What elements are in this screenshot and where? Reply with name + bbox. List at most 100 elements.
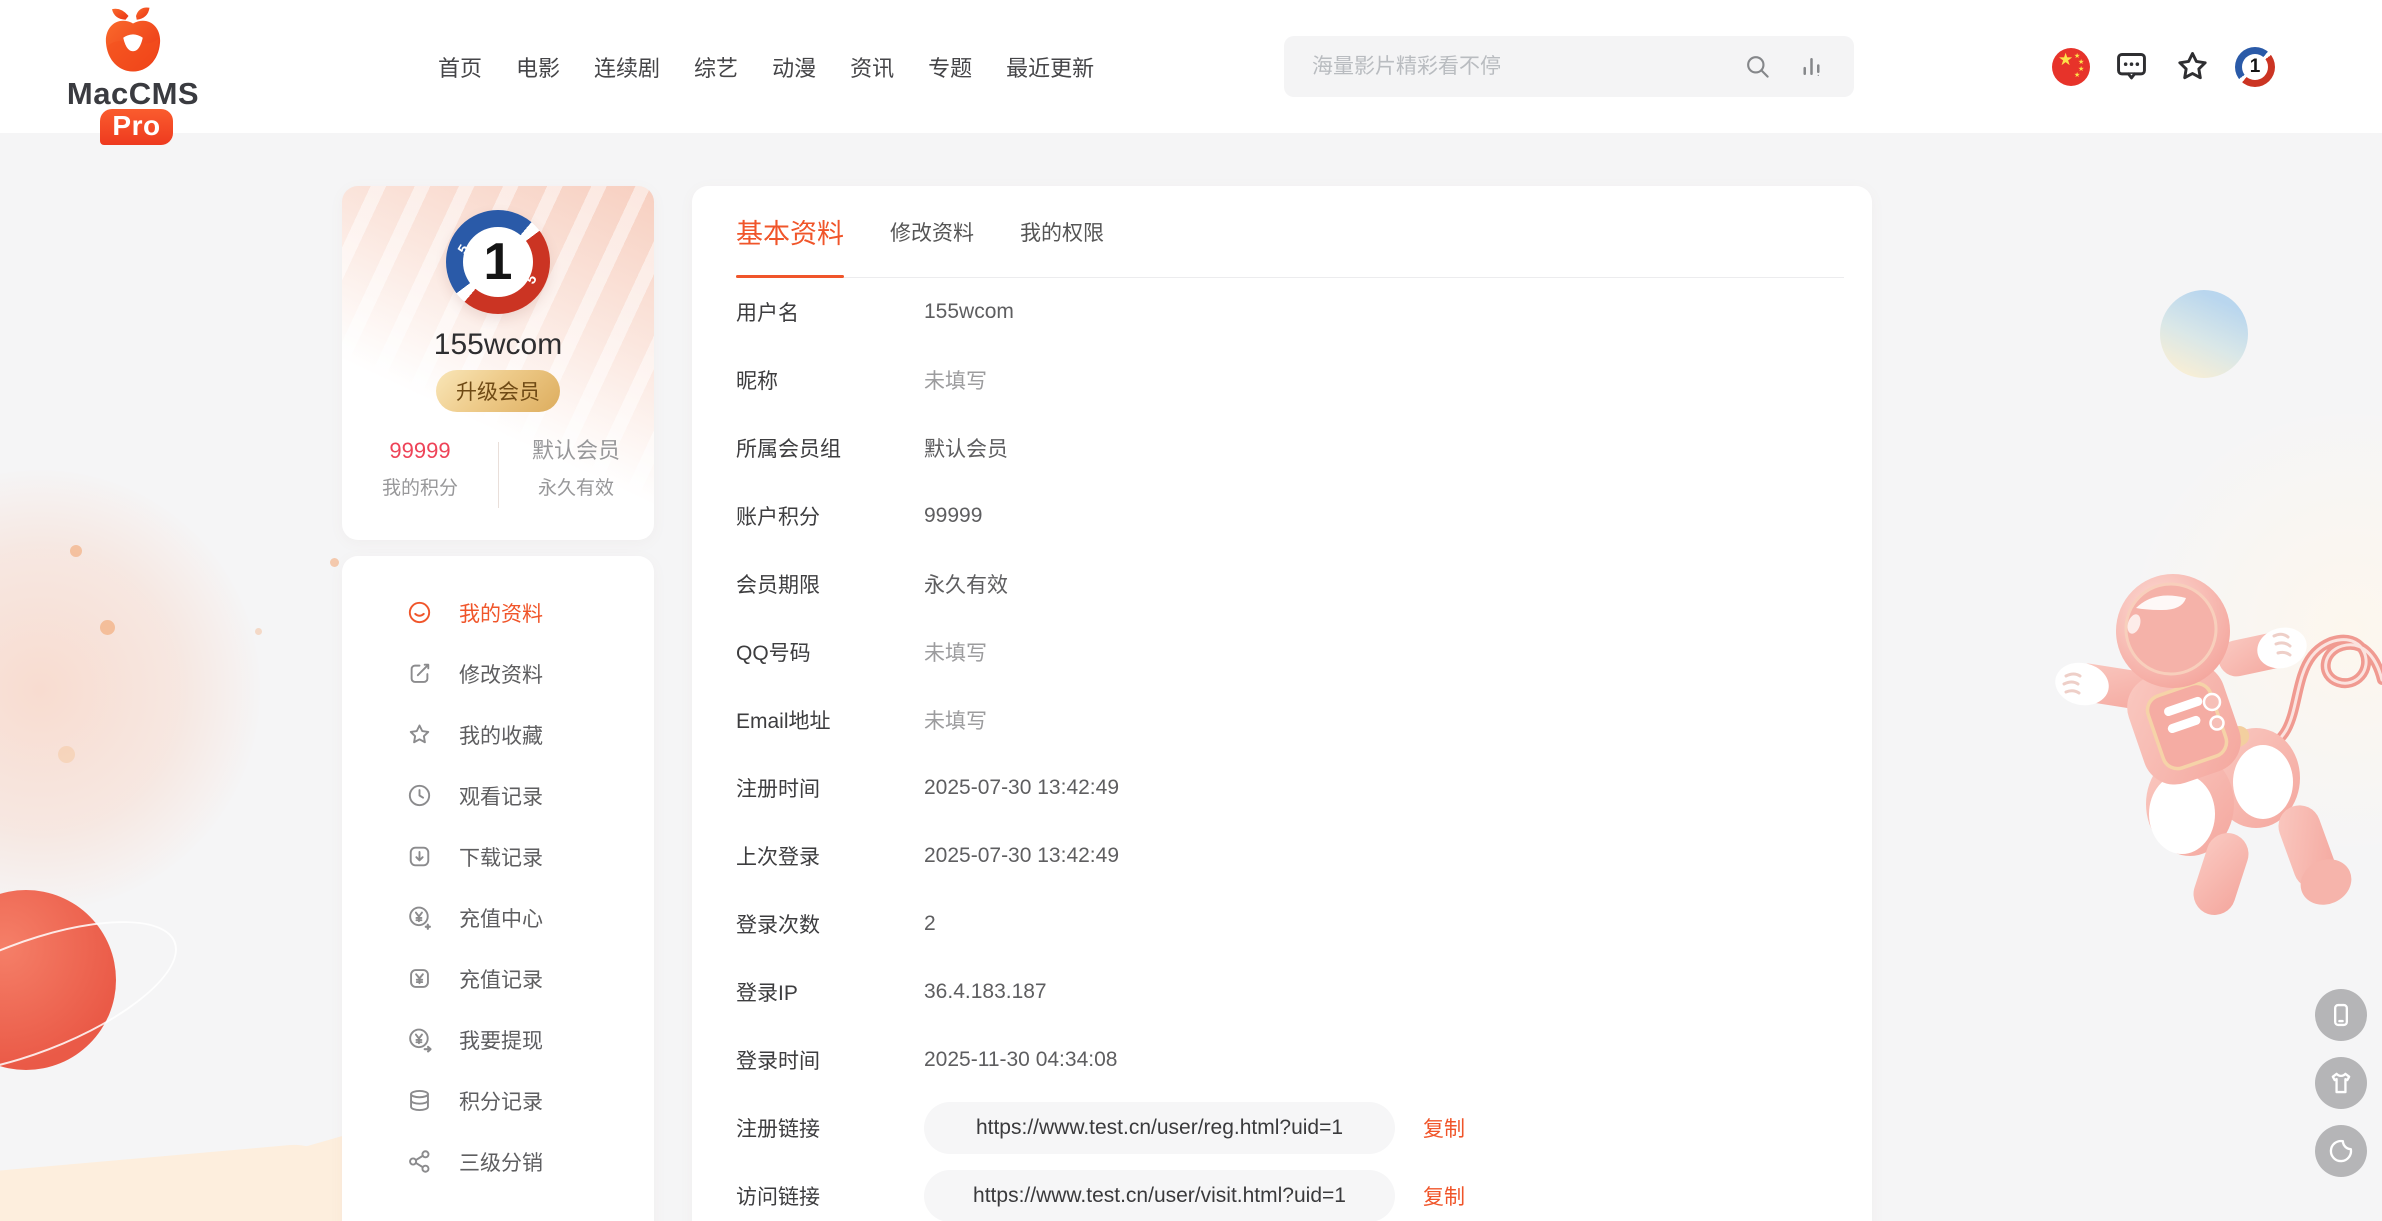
sidebar-menu-item[interactable]: 我的收藏 (342, 704, 654, 765)
edit-icon (406, 660, 433, 687)
sidebar-menu-item[interactable]: 下载记录 (342, 826, 654, 887)
trending-chart-icon[interactable] (1799, 54, 1824, 79)
search-bar (1284, 36, 1854, 97)
tab[interactable]: 基本资料 (736, 186, 844, 277)
logo[interactable]: MacCMSPro (30, 4, 236, 145)
nav-item[interactable]: 综艺 (694, 51, 738, 83)
form-value: 2 (924, 912, 936, 936)
form-row: 昵称 未填写 (736, 346, 1844, 414)
dot-decoration (255, 628, 262, 635)
link-row: https://www.test.cn/user/visit.html?uid=… (924, 1170, 1465, 1221)
copy-button[interactable]: 复制 (1423, 1181, 1465, 1211)
brand-text: MacCMSPro (30, 78, 236, 145)
link-row: https://www.test.cn/user/reg.html?uid=1 … (924, 1102, 1465, 1154)
stat-label: 永久有效 (498, 473, 654, 500)
form-label: 登录IP (736, 977, 924, 1007)
menu-item-label: 我的收藏 (459, 720, 543, 750)
form-label: 登录时间 (736, 1045, 924, 1075)
sidebar-menu-item[interactable]: 积分记录 (342, 1070, 654, 1131)
dark-mode-fab[interactable] (2315, 1125, 2367, 1177)
form-label: 访问链接 (736, 1181, 924, 1211)
nav-item[interactable]: 资讯 (850, 51, 894, 83)
link-field[interactable]: https://www.test.cn/user/visit.html?uid=… (924, 1170, 1395, 1221)
form-label: 所属会员组 (736, 433, 924, 463)
favorites-star-icon[interactable] (2173, 47, 2212, 86)
tab[interactable]: 我的权限 (1020, 186, 1104, 277)
menu-item-label: 我的资料 (459, 598, 543, 628)
sidebar-menu-item[interactable]: 我的资料 (342, 582, 654, 643)
copy-button[interactable]: 复制 (1423, 1113, 1465, 1143)
message-icon[interactable] (2113, 48, 2150, 85)
coin-icon (406, 965, 433, 992)
form-value: 155wcom (924, 300, 1014, 324)
stats-divider (498, 442, 499, 508)
nav-item[interactable]: 连续剧 (594, 51, 660, 83)
form-label: Email地址 (736, 705, 924, 735)
user-avatar[interactable]: 1 (2235, 47, 2275, 87)
mobile-fab[interactable] (2315, 989, 2367, 1041)
header-actions: ★ ★ ★ ★ ★ 1 (2052, 0, 2275, 133)
form-row: 注册链接 https://www.test.cn/user/reg.html?u… (736, 1094, 1844, 1162)
mobile-icon (2327, 1001, 2355, 1029)
profile-stat: 99999 我的积分 (342, 436, 498, 500)
form-value: 未填写 (924, 365, 987, 395)
sidebar-menu-item[interactable]: 充值中心 (342, 887, 654, 948)
peach-blob-decoration (0, 470, 260, 910)
form-row: Email地址 未填写 (736, 686, 1844, 754)
main-nav: 首页 电影 连续剧 综艺 动漫 资讯 专题 最近更新 (438, 0, 1094, 133)
profile-tabs: 基本资料修改资料我的权限 (736, 186, 1844, 278)
share-icon (406, 1148, 433, 1175)
dot-decoration (58, 746, 75, 763)
dot-decoration (330, 558, 339, 567)
astronaut-illustration (2050, 552, 2382, 932)
planet-decoration (0, 890, 116, 1070)
stat-value: 默认会员 (498, 436, 654, 467)
floating-buttons (2315, 989, 2367, 1177)
form-label: 昵称 (736, 365, 924, 395)
language-flag-icon[interactable]: ★ ★ ★ ★ ★ (2052, 48, 2090, 86)
skin-fab[interactable] (2315, 1057, 2367, 1109)
dot-decoration (70, 545, 82, 557)
sidebar-menu-item[interactable]: 三级分销 (342, 1131, 654, 1192)
dot-decoration (100, 620, 115, 635)
form-value: 36.4.183.187 (924, 980, 1047, 1004)
form-label: QQ号码 (736, 637, 924, 667)
wave-decoration (0, 1140, 365, 1221)
upgrade-member-button[interactable]: 升级会员 (436, 370, 560, 412)
bubble-decoration (2160, 290, 2248, 378)
form-value: 默认会员 (924, 433, 1008, 463)
search-icon[interactable] (1744, 53, 1771, 80)
form-row: 访问链接 https://www.test.cn/user/visit.html… (736, 1162, 1844, 1221)
halo-decoration (2120, 400, 2382, 860)
nav-item[interactable]: 电影 (516, 51, 560, 83)
menu-item-label: 充值中心 (459, 903, 543, 933)
form-value: 99999 (924, 504, 982, 528)
nav-item[interactable]: 最近更新 (1006, 51, 1094, 83)
sidebar-menu-card: 我的资料 修改资料 我的收藏 观看记录 下载记录 充值中心 充值记录 (342, 556, 654, 1221)
planet-ring-decoration (0, 889, 196, 1106)
sidebar-menu-item[interactable]: 我要提现 (342, 1009, 654, 1070)
star-icon (406, 721, 433, 748)
sidebar-menu-item[interactable]: 观看记录 (342, 765, 654, 826)
profile-avatar[interactable]: 1 5 5 (446, 210, 550, 314)
sidebar-menu-item[interactable]: 充值记录 (342, 948, 654, 1009)
menu-item-label: 观看记录 (459, 781, 543, 811)
top-header: MacCMSPro 首页电影连续剧综艺动漫资讯专题最近更新 ★ ★ ★ (0, 0, 2382, 133)
form-row: 会员期限 永久有效 (736, 550, 1844, 618)
profile-form: 用户名 155wcom 昵称 未填写 所属会员组 默认会员 账户积分 99999 (736, 278, 1844, 1221)
form-row: 上次登录 2025-07-30 13:42:49 (736, 822, 1844, 890)
form-value: 永久有效 (924, 569, 1008, 599)
form-value: 未填写 (924, 705, 987, 735)
tab[interactable]: 修改资料 (890, 186, 974, 277)
stat-label: 我的积分 (342, 473, 498, 500)
nav-item[interactable]: 动漫 (772, 51, 816, 83)
nav-item[interactable]: 专题 (928, 51, 972, 83)
pro-badge: Pro (100, 109, 172, 145)
sidebar-menu-item[interactable]: 修改资料 (342, 643, 654, 704)
search-input[interactable] (1310, 54, 1744, 80)
link-field[interactable]: https://www.test.cn/user/reg.html?uid=1 (924, 1102, 1395, 1154)
database-icon (406, 1087, 433, 1114)
form-row: QQ号码 未填写 (736, 618, 1844, 686)
nav-item[interactable]: 首页 (438, 51, 482, 83)
menu-item-label: 下载记录 (459, 842, 543, 872)
